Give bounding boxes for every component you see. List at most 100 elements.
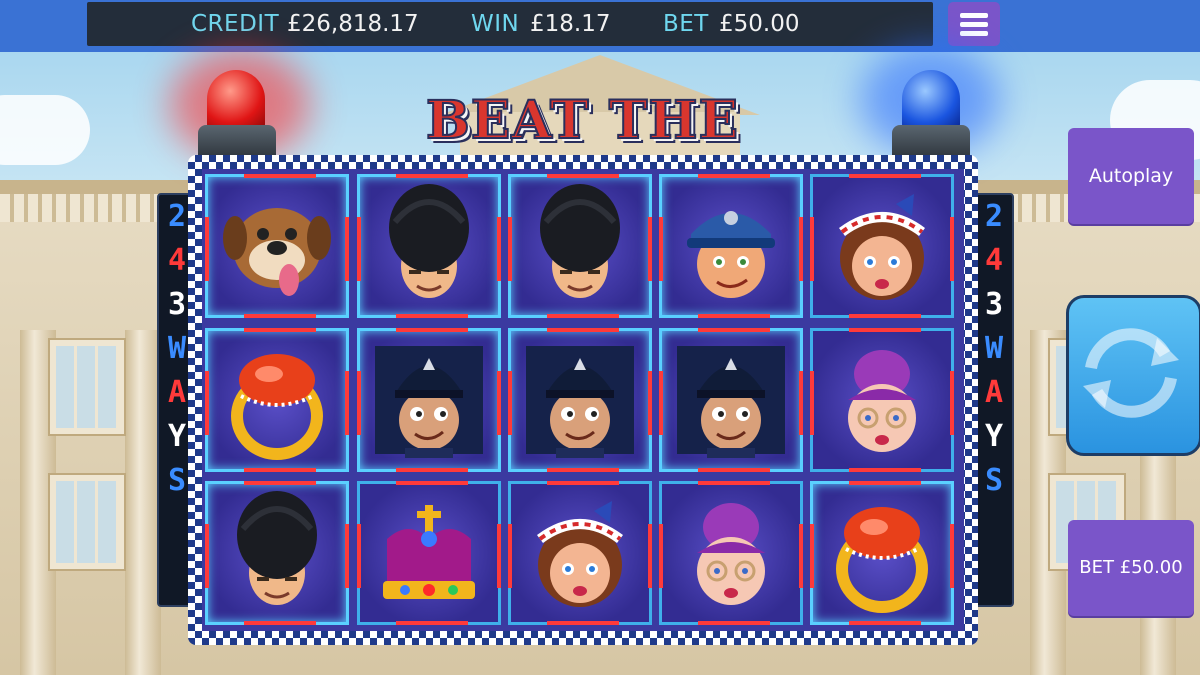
granny-symbol-icon bbox=[848, 350, 916, 452]
lady-symbol-icon bbox=[537, 501, 623, 607]
crown-symbol-icon bbox=[383, 505, 475, 599]
reel-cell-edge bbox=[659, 524, 663, 588]
ways-digit: 4 bbox=[984, 243, 1004, 278]
reel-cell-edge bbox=[396, 621, 468, 625]
reel-cell-edge bbox=[648, 524, 652, 588]
blue-siren-icon bbox=[902, 70, 960, 130]
reel-cell-edge bbox=[345, 217, 349, 281]
ways-letter: Y bbox=[984, 419, 1004, 454]
reel-cell-edge bbox=[396, 328, 468, 332]
reel-cell-edge bbox=[648, 371, 652, 435]
reel-cell-edge bbox=[244, 468, 316, 472]
reel-cell-edge bbox=[810, 371, 814, 435]
reel-cell-edge bbox=[849, 481, 921, 485]
credit-label: CREDIT bbox=[191, 11, 280, 37]
reel-cell bbox=[508, 174, 652, 318]
bet-button[interactable]: BET £50.00 bbox=[1068, 520, 1194, 616]
policeman-symbol-icon bbox=[687, 211, 775, 298]
reel-cell-edge bbox=[799, 524, 803, 588]
reel-cell-edge bbox=[497, 371, 501, 435]
reel-cell bbox=[205, 328, 349, 472]
granny-symbol-icon bbox=[697, 503, 765, 605]
ring-symbol-icon bbox=[231, 354, 323, 460]
reel-cell-edge bbox=[799, 217, 803, 281]
reel-cell-edge bbox=[698, 314, 770, 318]
bobby-symbol-icon bbox=[375, 346, 483, 458]
credit-value: £26,818.17 bbox=[287, 11, 419, 37]
reel-cell-edge bbox=[659, 217, 663, 281]
reel-cell bbox=[810, 174, 954, 318]
bobby-symbol-icon bbox=[526, 346, 634, 458]
reel-cell-edge bbox=[396, 314, 468, 318]
reel-cell-edge bbox=[799, 371, 803, 435]
reels-frame bbox=[188, 155, 978, 645]
red-siren-icon bbox=[207, 70, 265, 130]
reel-cell bbox=[659, 174, 803, 318]
reel-cell bbox=[357, 481, 501, 625]
reel-cell-edge bbox=[547, 328, 619, 332]
reel-cell-edge bbox=[547, 468, 619, 472]
autoplay-button[interactable]: Autoplay bbox=[1068, 128, 1194, 224]
palace-window bbox=[50, 340, 124, 434]
reel-cell bbox=[508, 481, 652, 625]
reel-cell-edge bbox=[396, 468, 468, 472]
top-status-bar: CREDIT £26,818.17 WIN £18.17 BET £50.00 bbox=[0, 0, 1200, 52]
siren-base bbox=[892, 125, 970, 159]
reel-cell-edge bbox=[244, 621, 316, 625]
ways-digit: 3 bbox=[984, 287, 1004, 322]
reel-cell-edge bbox=[659, 371, 663, 435]
ways-panel-right: 2 4 3 W A Y S bbox=[974, 193, 1014, 607]
menu-button[interactable] bbox=[948, 2, 1000, 46]
reel-cell bbox=[205, 481, 349, 625]
ring-symbol-icon bbox=[836, 507, 928, 613]
reel-cell-edge bbox=[244, 481, 316, 485]
guard-symbol-icon bbox=[389, 184, 469, 298]
reel-cell-edge bbox=[648, 217, 652, 281]
reel-cell-edge bbox=[547, 481, 619, 485]
reel-cell-edge bbox=[849, 328, 921, 332]
bulldog-symbol-icon bbox=[223, 208, 331, 296]
ways-letter: S bbox=[984, 463, 1004, 498]
reel-cell-edge bbox=[244, 314, 316, 318]
reel-cell-edge bbox=[244, 174, 316, 178]
bet-button-label: BET £50.00 bbox=[1079, 557, 1183, 578]
cloud bbox=[0, 95, 90, 165]
hamburger-menu-icon bbox=[960, 22, 988, 27]
reel-cell bbox=[810, 328, 954, 472]
ways-digit: 2 bbox=[984, 199, 1004, 234]
reel-cell-edge bbox=[698, 174, 770, 178]
reel-cell-edge bbox=[810, 524, 814, 588]
siren-base bbox=[198, 125, 276, 159]
balance-panel: CREDIT £26,818.17 WIN £18.17 BET £50.00 bbox=[87, 2, 933, 46]
win-label: WIN bbox=[471, 11, 520, 37]
reel-cell-edge bbox=[547, 174, 619, 178]
ways-letter: W bbox=[984, 331, 1004, 366]
reel-cell bbox=[508, 328, 652, 472]
reel-cell bbox=[357, 328, 501, 472]
reel-cell bbox=[357, 174, 501, 318]
reel-cell-edge bbox=[497, 217, 501, 281]
palace-window bbox=[50, 475, 124, 569]
spin-refresh-icon bbox=[1083, 328, 1179, 418]
reel-cell-edge bbox=[244, 328, 316, 332]
reel-cell-edge bbox=[698, 468, 770, 472]
reel-cell-edge bbox=[849, 621, 921, 625]
reel-cell-edge bbox=[205, 524, 209, 588]
ways-letter: A bbox=[984, 375, 1004, 410]
reel-cell-edge bbox=[547, 621, 619, 625]
reel-grid bbox=[202, 169, 964, 631]
reel-cell-edge bbox=[396, 481, 468, 485]
reel-cell-edge bbox=[849, 174, 921, 178]
reel-cell-edge bbox=[205, 371, 209, 435]
reel-cell-edge bbox=[357, 217, 361, 281]
reel-cell bbox=[659, 328, 803, 472]
reel-cell-edge bbox=[950, 524, 954, 588]
reel-cell-edge bbox=[508, 524, 512, 588]
spin-button[interactable] bbox=[1066, 295, 1200, 456]
reel-cell-edge bbox=[205, 217, 209, 281]
bet-label: BET bbox=[663, 11, 709, 37]
lady-symbol-icon bbox=[839, 194, 925, 300]
palace-column bbox=[125, 330, 161, 675]
hamburger-menu-icon bbox=[960, 31, 988, 36]
reel-cell-edge bbox=[357, 371, 361, 435]
